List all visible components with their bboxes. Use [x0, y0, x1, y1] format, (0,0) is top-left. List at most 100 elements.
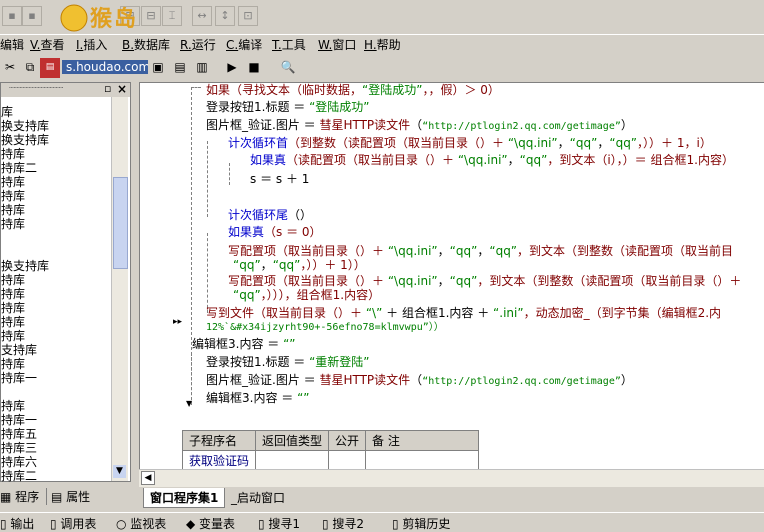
tree-item[interactable]: 库 — [1, 105, 13, 119]
tree-item[interactable]: 持库 — [1, 203, 25, 217]
block-guide — [207, 141, 208, 217]
code-line[interactable]: s ＝ s ＋ 1 — [250, 172, 309, 186]
tree-item[interactable]: 持库一 — [1, 413, 37, 427]
tree-item[interactable]: 换支持库 — [1, 119, 49, 133]
tree-item[interactable]: 持库五 — [1, 427, 37, 441]
tree-item[interactable]: 持库 — [1, 217, 25, 231]
horizontal-scrollbar[interactable]: ◀ — [139, 469, 764, 487]
window-layout-icon[interactable]: ▥ — [192, 58, 212, 78]
code-line[interactable]: 如果真（s ＝ 0） — [228, 225, 322, 239]
scroll-thumb[interactable] — [113, 177, 128, 269]
tree-item[interactable]: 持库 — [1, 287, 25, 301]
tree-item[interactable]: 持库 — [1, 357, 25, 371]
column-header: 返回值类型 — [255, 430, 330, 451]
menu-run[interactable]: R.运行 — [180, 36, 216, 53]
table-cell[interactable] — [328, 450, 367, 471]
window-layout-icon[interactable]: ▣ — [148, 58, 168, 78]
run-icon[interactable]: ▶ — [222, 58, 242, 78]
code-line[interactable]: 如果真（读配置项（取当前目录（）＋ “\qq.ini”，“qq”，到文本（i），… — [250, 153, 734, 167]
stop-icon[interactable]: ■ — [244, 58, 264, 78]
tree-item[interactable]: 持库 — [1, 273, 25, 287]
tree-item[interactable]: 持库六 — [1, 455, 37, 469]
table-row[interactable]: 获取验证码 — [181, 450, 480, 471]
property-tab[interactable]: ▤ 属性 — [46, 488, 90, 505]
table-cell[interactable] — [255, 450, 330, 471]
size-icon[interactable]: ⊡ — [238, 6, 258, 26]
tree-item[interactable]: 换支持库 — [1, 259, 49, 273]
menu-compile[interactable]: C.编译 — [226, 36, 262, 53]
code-line[interactable]: 编辑框3.内容 ＝ “” — [192, 337, 296, 351]
tree-item[interactable]: 持库二 — [1, 161, 37, 175]
tree-item[interactable]: 持库 — [1, 301, 25, 315]
tree-item[interactable]: 持库一 — [1, 371, 37, 385]
toolbar-button[interactable]: ▪ — [22, 6, 42, 26]
tree-item[interactable]: 持库 — [1, 329, 25, 343]
code-line[interactable]: 写到文件（取当前目录（）＋ “\” ＋ 组合框1.内容 ＋ “.ini”，动态加… — [206, 306, 721, 320]
search2-tab[interactable]: ▯ 搜寻2 — [322, 515, 364, 532]
menu-window[interactable]: W.窗口 — [318, 36, 356, 53]
pin-icon[interactable]: ▫ — [104, 82, 111, 95]
left-panel-tabs: ▦ 程序 ▤ 属性 — [0, 484, 131, 506]
menu-database[interactable]: B.数据库 — [122, 36, 170, 53]
code-line[interactable]: 图片框_验证.图片 ＝ 彗星HTTP读文件（“http://ptlogin2.q… — [206, 373, 633, 389]
code-line[interactable]: 如果（寻找文本（临时数据，“登陆成功”，，假）＞ 0） — [206, 83, 500, 97]
menu-bar: 编辑 V.查看 I.插入 B.数据库 R.运行 C.编译 T.工具 W.窗口 H… — [0, 34, 764, 54]
code-line[interactable]: 编辑框3.内容 ＝ “” — [206, 391, 310, 405]
scroll-left-icon[interactable]: ◀ — [141, 471, 155, 485]
toolbar-button[interactable]: ▪ — [2, 6, 22, 26]
project-panel: ┈┈┈┈┈┈┈┈┈ ▫ × 库 换支持库 换支持库 持库 持库二 持库 持库 持… — [0, 82, 131, 483]
svg-text:猴: 猴 — [90, 7, 113, 32]
menu-tools[interactable]: T.工具 — [272, 36, 306, 53]
code-line[interactable]: 登录按钮1.标题 ＝ “登陆成功” — [206, 100, 370, 114]
code-line[interactable]: 计次循环首（到整数（读配置项（取当前目录（）＋ “\qq.ini”，“qq”，“… — [228, 136, 712, 150]
watch-table-tab[interactable]: ○ 监视表 — [116, 515, 166, 532]
program-tab[interactable]: ▦ 程序 — [0, 488, 39, 505]
code-line[interactable]: 写配置项（取当前目录（）＋ “\qq.ini”，“qq”，到文本（到整数（读配置… — [228, 274, 741, 288]
tree-item[interactable]: 换支持库 — [1, 133, 49, 147]
size-icon[interactable]: ↕ — [215, 6, 235, 26]
tree-item[interactable]: 持库 — [1, 315, 25, 329]
code-line[interactable]: “qq”，））），组合框1.内容） — [233, 288, 380, 302]
call-table-tab[interactable]: ▯ 调用表 — [50, 515, 96, 532]
tab-startup-window[interactable]: _启动窗口 — [231, 489, 285, 506]
tab-program-set[interactable]: 窗口程序集1 — [143, 488, 226, 508]
table-cell[interactable]: 获取验证码 — [181, 450, 257, 471]
tree-item[interactable]: 支持库 — [1, 343, 37, 357]
menu-view[interactable]: V.查看 — [30, 36, 65, 53]
block-guide — [229, 163, 230, 185]
code-line[interactable]: 12%`&#x34ijzyrht90+-56efno78=klmvwpu”）） — [206, 321, 444, 335]
copy-icon[interactable]: ⧉ — [20, 58, 40, 78]
tree-item[interactable]: 持库 — [1, 399, 25, 413]
output-tab[interactable]: ▯ 输出 — [0, 515, 34, 532]
vertical-scrollbar[interactable]: ▼ — [111, 97, 128, 481]
cut-icon[interactable]: ✂ — [0, 58, 20, 78]
menu-help[interactable]: H.帮助 — [364, 36, 401, 53]
scroll-down-icon[interactable]: ▼ — [113, 465, 126, 478]
search1-tab[interactable]: ▯ 搜寻1 — [258, 515, 300, 532]
close-icon[interactable]: × — [117, 82, 127, 96]
variable-table-tab[interactable]: ◆ 变量表 — [186, 515, 235, 532]
menu-edit[interactable]: 编辑 — [0, 36, 24, 53]
table-cell[interactable] — [365, 450, 480, 471]
code-line[interactable]: 登录按钮1.标题 ＝ “重新登陆” — [206, 355, 370, 369]
menu-insert[interactable]: I.插入 — [76, 36, 107, 53]
code-line[interactable]: 写配置项（取当前目录（）＋ “\qq.ini”，“qq”，“qq”，到文本（到整… — [228, 244, 733, 258]
size-icon[interactable]: ↔ — [192, 6, 212, 26]
code-line[interactable]: “qq”，“qq”，））＋ 1）） — [233, 258, 366, 272]
subprogram-table: 子程序名 返回值类型 公开 备 注 获取验证码 — [181, 430, 480, 471]
code-editor[interactable]: ▸▸ ▼ 如果（寻找文本（临时数据，“登陆成功”，，假）＞ 0） 登录按钮1.标… — [139, 82, 764, 470]
tree-item[interactable]: 持库三 — [1, 441, 37, 455]
window-layout-icon[interactable]: ▤ — [170, 58, 190, 78]
code-line[interactable]: 图片框_验证.图片 ＝ 彗星HTTP读文件（“http://ptlogin2.q… — [206, 118, 633, 134]
tree-item[interactable]: 持库二 — [1, 469, 37, 483]
tree-item[interactable]: 持库 — [1, 147, 25, 161]
tree-item[interactable]: 持库 — [1, 175, 25, 189]
align-icon[interactable]: ⌶ — [162, 6, 182, 26]
tree-item[interactable]: 持库 — [1, 189, 25, 203]
clip-history-tab[interactable]: ▯ 剪辑历史 — [392, 515, 450, 532]
code-line[interactable]: 计次循环尾（） — [228, 208, 312, 222]
find-icon[interactable]: 🔍 — [278, 58, 298, 78]
editor-tabs: 窗口程序集1 _启动窗口 — [139, 486, 764, 508]
paste-icon[interactable]: ▤ — [40, 58, 60, 78]
align-icon[interactable]: ⊟ — [141, 6, 161, 26]
